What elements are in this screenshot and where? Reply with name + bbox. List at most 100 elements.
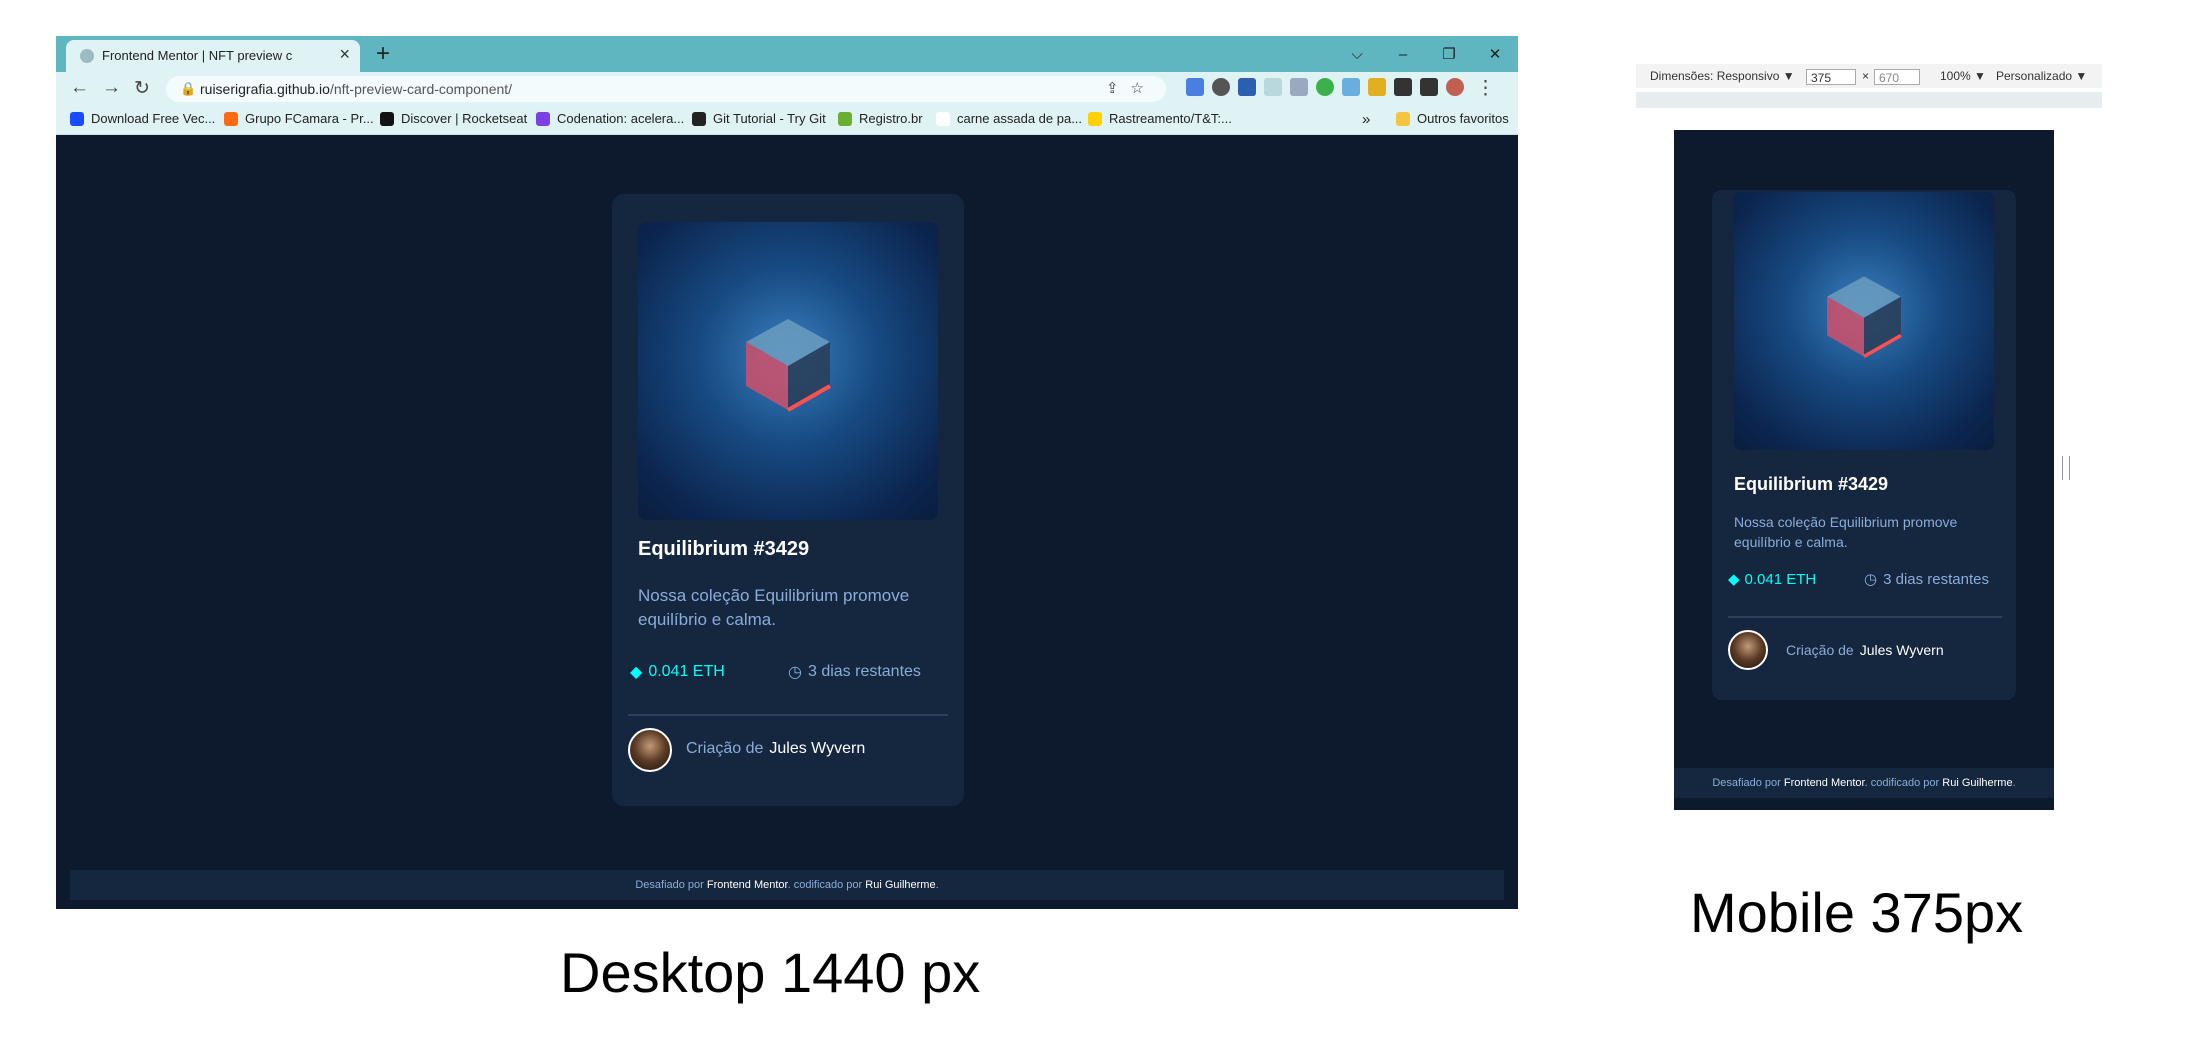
time-left: ◷ 3 dias restantes: [788, 662, 921, 682]
bookmark-item[interactable]: Registro.br: [838, 111, 923, 126]
bookmark-label: Grupo FCamara - Pr...: [245, 111, 374, 126]
bookmark-label: Rastreamento/T&T:...: [1109, 111, 1232, 126]
restore-button[interactable]: ❐: [1426, 36, 1472, 72]
bookmark-label: Download Free Vec...: [91, 111, 216, 126]
other-favorites-label: Outros favoritos: [1417, 111, 1509, 126]
window-close-button[interactable]: ✕: [1472, 36, 1518, 72]
card-description: Nossa coleção Equilibrium promove equilí…: [638, 586, 910, 629]
vue-devtools-icon[interactable]: [1290, 78, 1308, 96]
bookmark-item[interactable]: Rastreamento/T&T:...: [1088, 111, 1232, 126]
height-input[interactable]: 670: [1874, 69, 1920, 85]
creator-line: Criação de Jules Wyvern: [686, 740, 865, 758]
bookmarks-bar: Download Free Vec... Grupo FCamara - Pr..…: [56, 106, 1518, 135]
nft-image[interactable]: [638, 222, 938, 520]
footer-middle: . codificado por: [787, 879, 863, 891]
bookmark-item[interactable]: Git Tutorial - Try Git: [692, 111, 826, 126]
minimize-button[interactable]: –: [1380, 36, 1426, 72]
profile-avatar[interactable]: [1446, 78, 1464, 96]
tab-strip: Frontend Mentor | NFT preview c × + ⌵ – …: [56, 36, 1518, 72]
footer-suffix: .: [2012, 777, 2016, 789]
creation-prefix: Criação de: [686, 740, 764, 757]
price-value: 0.041 ETH: [1744, 570, 1817, 588]
resize-handle[interactable]: [2062, 456, 2070, 480]
creator-line: Criação de Jules Wyvern: [1786, 642, 1944, 658]
url-domain: ruiserigrafia.github.io: [200, 81, 330, 97]
hls-extension-icon[interactable]: [1264, 78, 1282, 96]
lock-icon[interactable]: 🔒: [180, 81, 196, 97]
wappalyzer-icon[interactable]: [1342, 78, 1360, 96]
browser-tab[interactable]: Frontend Mentor | NFT preview c ×: [66, 40, 360, 72]
bookmark-label: carne assada de pa...: [957, 111, 1083, 126]
bookmark-label: Discover | Rocketseat: [401, 111, 528, 126]
ethereum-icon: ◆: [1728, 571, 1740, 588]
creation-prefix: Criação de: [1786, 642, 1854, 658]
time-left-value: 3 dias restantes: [807, 663, 921, 680]
card-title[interactable]: Equilibrium #3429: [638, 538, 809, 561]
dimensions-dropdown[interactable]: Dimensões: Responsivo ▼: [1650, 69, 1795, 83]
mobile-viewport: Equilibrium #3429 Nossa coleção Equilibr…: [1674, 130, 2054, 810]
card-divider: [628, 714, 948, 716]
new-tab-button[interactable]: +: [376, 40, 390, 68]
extension-icon[interactable]: [1212, 78, 1230, 96]
bookmarks-overflow-icon[interactable]: »: [1362, 111, 1370, 128]
side-panel-icon[interactable]: [1420, 78, 1438, 96]
favicon-icon: [80, 49, 94, 63]
card-description: Nossa coleção Equilibrium promove equilí…: [1734, 514, 1958, 550]
bookmark-item[interactable]: Download Free Vec...: [70, 111, 215, 126]
width-input[interactable]: 375: [1806, 69, 1856, 85]
reload-icon[interactable]: ↻: [134, 77, 150, 100]
bookmark-favicon-icon: [936, 111, 950, 126]
clock-icon: ◷: [788, 664, 802, 681]
url-path: /nft-preview-card-component/: [329, 81, 513, 97]
bookmark-item[interactable]: Grupo FCamara - Pr...: [224, 111, 374, 126]
back-icon[interactable]: ←: [70, 77, 89, 99]
media-query-ruler[interactable]: [1636, 92, 2102, 108]
author-link[interactable]: Rui Guilherme: [865, 879, 935, 891]
card-divider: [1728, 616, 2002, 618]
price: ◆ 0.041 ETH: [630, 662, 725, 682]
attribution-footer: Desafiado por Frontend Mentor. codificad…: [70, 870, 1504, 900]
tab-title: Frontend Mentor | NFT preview c: [102, 48, 293, 63]
price: ◆ 0.041 ETH: [1728, 570, 1817, 589]
footer-prefix: Desafiado por: [1712, 777, 1781, 789]
creator-name-link[interactable]: Jules Wyvern: [769, 740, 865, 757]
toolbar: ← → ↻ 🔒 ruiserigrafia.github.io/nft-prev…: [56, 72, 1518, 106]
forward-icon[interactable]: →: [102, 77, 121, 99]
bookmark-favicon-icon: [838, 111, 852, 126]
puzzle-icon[interactable]: [1394, 78, 1412, 96]
nft-image[interactable]: [1734, 192, 1994, 450]
ethereum-icon: ◆: [630, 664, 643, 681]
frontend-mentor-link[interactable]: Frontend Mentor: [707, 879, 788, 891]
author-link[interactable]: Rui Guilherme: [1942, 777, 2012, 789]
bookmark-favicon-icon: [692, 111, 706, 126]
other-favorites-folder[interactable]: Outros favoritos: [1396, 111, 1509, 126]
bookmark-favicon-icon: [536, 111, 550, 126]
window-controls: ⌵ – ❐ ✕: [1334, 36, 1518, 72]
footer-middle: . codificado por: [1864, 777, 1940, 789]
time-left-value: 3 dias restantes: [1883, 570, 1989, 588]
extension-icon[interactable]: [1368, 78, 1386, 96]
bookmark-item[interactable]: carne assada de pa...: [936, 111, 1082, 126]
tab-search-button[interactable]: ⌵: [1334, 36, 1380, 72]
bookmark-favicon-icon: [380, 111, 394, 126]
bookmark-label: Registro.br: [859, 111, 923, 126]
nft-card: Equilibrium #3429 Nossa coleção Equilibr…: [1712, 190, 2016, 700]
bookmark-item[interactable]: Discover | Rocketseat: [380, 111, 527, 126]
close-icon[interactable]: ×: [339, 44, 350, 65]
cube-image: [746, 319, 831, 412]
mail-extension-icon[interactable]: [1238, 78, 1256, 96]
translate-extension-icon[interactable]: [1186, 78, 1204, 96]
zoom-dropdown[interactable]: 100% ▼: [1940, 69, 1986, 83]
address-bar[interactable]: 🔒 ruiserigrafia.github.io/nft-preview-ca…: [166, 76, 1166, 102]
card-title[interactable]: Equilibrium #3429: [1734, 474, 1888, 495]
creator-avatar: [1728, 630, 1768, 670]
throttle-dropdown[interactable]: Personalizado ▼: [1996, 69, 2087, 83]
plus-extension-icon[interactable]: [1316, 78, 1334, 96]
creator-name-link[interactable]: Jules Wyvern: [1860, 642, 1944, 658]
share-and-star-icons[interactable]: ⇪☆: [1106, 79, 1156, 97]
creator-avatar: [628, 728, 672, 772]
url-text[interactable]: ruiserigrafia.github.io/nft-preview-card…: [200, 81, 512, 97]
bookmark-item[interactable]: Codenation: acelera...: [536, 111, 684, 126]
more-menu-icon[interactable]: ⋮: [1476, 77, 1495, 100]
frontend-mentor-link[interactable]: Frontend Mentor: [1784, 777, 1865, 789]
